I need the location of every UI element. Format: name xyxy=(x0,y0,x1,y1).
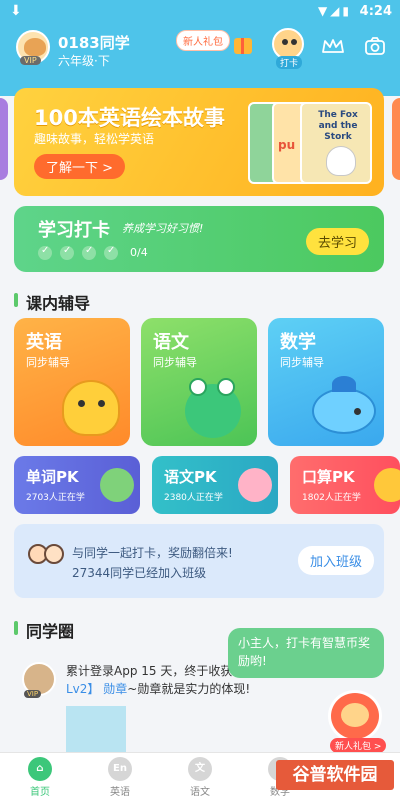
pk-card-chinese[interactable]: 语文PK 2380人正在学 xyxy=(152,456,278,514)
stork-illustration xyxy=(326,146,356,176)
pk-title: 口算PK xyxy=(302,468,355,486)
pk-learner-count: 2380人正在学 xyxy=(164,493,223,503)
section-title-circle: 同学圈 xyxy=(14,618,74,642)
owl-avatar-icon xyxy=(24,38,46,56)
vip-badge: VIP xyxy=(24,690,42,698)
signal-icons: ▼◢▮ xyxy=(317,4,352,18)
tab-home[interactable]: ⌂ 首页 xyxy=(10,757,70,798)
subject-card-math[interactable]: 数学 同步辅导 xyxy=(268,318,384,446)
gift-box-icon[interactable] xyxy=(234,38,252,54)
section-title-tutoring: 课内辅导 xyxy=(14,290,90,314)
subject-subtitle: 同步辅导 xyxy=(153,356,197,369)
vip-badge: VIP xyxy=(20,56,41,65)
study-checkin-card[interactable]: 学习打卡 养成学习好习惯! 0/4 去学习 xyxy=(14,206,384,272)
home-icon: ⌂ xyxy=(28,757,52,781)
tab-label: 语文 xyxy=(190,787,210,798)
tip-bubble: 小主人，打卡有智慧币奖励哟! xyxy=(228,628,384,678)
user-grade[interactable]: 六年级·下 xyxy=(58,52,110,69)
pk-learner-count: 2703人正在学 xyxy=(26,493,85,503)
subject-name: 语文 xyxy=(153,332,189,353)
kid-avatar xyxy=(44,544,64,564)
pk-title: 单词PK xyxy=(26,468,79,486)
join-class-count: 27344同学已经加入班级 xyxy=(72,566,207,580)
checkin-count: 0/4 xyxy=(130,246,148,259)
coin-icon xyxy=(374,468,400,502)
mascot-eye xyxy=(189,378,207,396)
pufferfish-mascot-icon xyxy=(312,376,376,434)
tab-label: 英语 xyxy=(110,787,130,798)
go-study-button[interactable]: 去学习 xyxy=(306,228,370,255)
blossom-icon xyxy=(238,468,272,502)
post-badge-link[interactable]: 勋章 xyxy=(103,682,127,696)
checkin-slogan: 养成学习好习惯! xyxy=(122,222,204,235)
status-time: 4:24 xyxy=(359,4,392,19)
frog-mascot-icon xyxy=(185,378,241,438)
picture-book-banner[interactable]: 100本英语绘本故事 趣味故事，轻松学英语 了解一下 > pu The Fox … xyxy=(14,88,384,196)
new-user-gift-badge[interactable]: 新人礼包 xyxy=(176,30,230,51)
crown-icon[interactable] xyxy=(322,38,344,54)
pk-title: 语文PK xyxy=(164,468,217,486)
mascot-eye xyxy=(98,400,105,407)
globe-icon xyxy=(100,468,134,502)
tab-chinese[interactable]: 文 语文 xyxy=(170,757,230,798)
banner-next-peek[interactable] xyxy=(392,98,400,180)
mascot-face xyxy=(341,703,369,727)
join-class-promo: 与同学一起打卡，奖励翻倍来! xyxy=(72,546,233,560)
tiger-mascot-icon xyxy=(62,380,120,436)
post-text-main: 累计登录App 15 天，终于收获 xyxy=(66,664,233,678)
banner-title: 100本英语绘本故事 xyxy=(34,106,225,130)
subject-subtitle: 同步辅导 xyxy=(26,356,70,369)
post-image[interactable] xyxy=(66,706,126,752)
tab-english[interactable]: En 英语 xyxy=(90,757,150,798)
book-cover-title: The Fox and the Stork xyxy=(318,110,358,142)
banner-prev-peek[interactable] xyxy=(0,98,8,180)
pk-card-words[interactable]: 单词PK 2703人正在学 xyxy=(14,456,140,514)
subject-subtitle: 同步辅导 xyxy=(280,356,324,369)
mascot-eye xyxy=(282,39,288,45)
subject-card-chinese[interactable]: 语文 同步辅导 xyxy=(141,318,257,446)
floating-gift-badge[interactable]: 新人礼包 > xyxy=(330,738,387,753)
chinese-icon: 文 xyxy=(188,757,212,781)
post-level: Lv2】 xyxy=(66,682,100,696)
mascot-eye xyxy=(217,378,235,396)
classmates-icon xyxy=(28,544,68,578)
watermark-logo: 谷普软件园 xyxy=(276,760,394,790)
floating-mascot-icon[interactable] xyxy=(328,690,382,742)
mascot-eye xyxy=(354,408,361,415)
subject-name: 英语 xyxy=(26,332,62,353)
camera-icon[interactable] xyxy=(364,36,386,56)
checkin-progress-dot xyxy=(82,245,96,260)
banner-subtitle: 趣味故事，轻松学英语 xyxy=(34,132,155,146)
status-bar: ⬇ ▼◢▮ 4:24 xyxy=(0,0,400,24)
mascot-eye xyxy=(291,39,297,45)
checkin-progress-dot xyxy=(104,245,118,260)
pk-card-mental-math[interactable]: 口算PK 1802人正在学 xyxy=(290,456,400,514)
banner-learn-more-button[interactable]: 了解一下 > xyxy=(34,154,126,179)
pk-learner-count: 1802人正在学 xyxy=(302,493,361,503)
join-class-card[interactable]: 与同学一起打卡，奖励翻倍来! 27344同学已经加入班级 加入班级 xyxy=(14,524,384,598)
book-cover-text: pu xyxy=(278,138,296,152)
post-text-tail: ~勋章就是实力的体现! xyxy=(127,682,251,696)
checkin-title: 学习打卡 xyxy=(38,220,110,241)
mascot-eye xyxy=(78,400,85,407)
english-icon: En xyxy=(108,757,132,781)
download-icon: ⬇ xyxy=(10,3,22,19)
tab-label: 首页 xyxy=(30,787,50,798)
user-name[interactable]: 0183同学 xyxy=(58,32,130,53)
join-class-button[interactable]: 加入班级 xyxy=(298,546,375,575)
checkin-progress-dot xyxy=(38,245,52,260)
subject-card-english[interactable]: 英语 同步辅导 xyxy=(14,318,130,446)
checkin-progress-dot xyxy=(60,245,74,260)
checkin-label[interactable]: 打卡 xyxy=(276,56,303,69)
subject-name: 数学 xyxy=(280,332,316,353)
